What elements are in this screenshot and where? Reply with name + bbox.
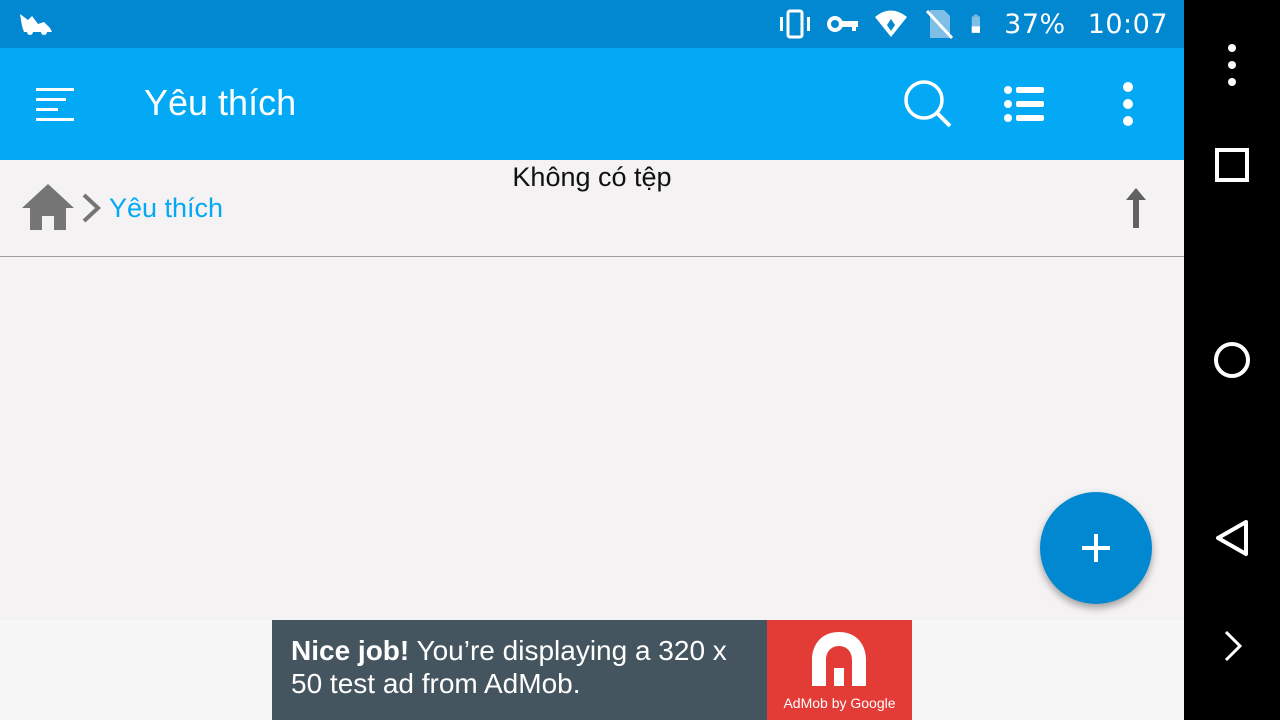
vibrate-icon [780, 9, 811, 39]
ad-headline: Nice job! [291, 635, 410, 666]
app-notification-icon [20, 14, 52, 35]
chevron-right-icon [82, 193, 101, 223]
empty-message: Không có tệp [512, 162, 672, 192]
app-toolbar: Yêu thích [0, 48, 1184, 160]
battery-percent: 37% [1004, 8, 1066, 40]
admob-logo: AdMob by Google [767, 620, 912, 720]
wifi-icon [875, 10, 908, 37]
no-sim-icon [926, 9, 954, 40]
admob-icon [812, 632, 866, 686]
home-circle-icon[interactable] [1204, 332, 1260, 388]
clock: 10:07 [1087, 8, 1168, 40]
ad-text: Nice job! You’re displaying a 320 x 50 t… [291, 634, 761, 700]
status-bar: 37% 10:07 [0, 0, 1184, 48]
chevron-right-icon[interactable] [1204, 618, 1260, 674]
battery-icon [971, 14, 981, 33]
more-vert-icon[interactable] [1204, 37, 1260, 93]
test-ad-banner[interactable]: Nice job! You’re displaying a 320 x 50 t… [272, 620, 912, 720]
system-nav-bar [1184, 0, 1280, 720]
app-screen: 37% 10:07 Yêu thích Yêu thích Không có t… [0, 0, 1184, 720]
recents-square-icon[interactable] [1204, 137, 1260, 193]
status-icons: 37% 10:07 [778, 0, 1168, 48]
breadcrumb-current[interactable]: Yêu thích [109, 193, 223, 224]
back-triangle-icon[interactable] [1204, 510, 1260, 566]
list-view-icon[interactable] [998, 78, 1050, 130]
page-title: Yêu thích [144, 82, 297, 123]
add-button[interactable] [1040, 492, 1152, 604]
search-icon[interactable] [902, 78, 954, 130]
ad-brand: AdMob by Google [783, 695, 896, 711]
more-vert-icon[interactable] [1102, 78, 1154, 130]
plus-icon [1082, 534, 1110, 562]
vpn-key-icon [827, 16, 859, 32]
menu-icon[interactable] [30, 82, 80, 126]
